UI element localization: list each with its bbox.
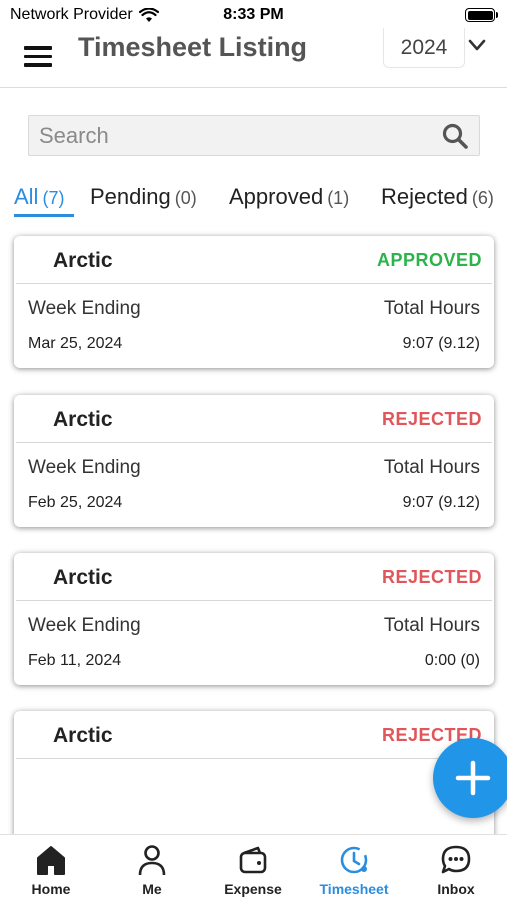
status-badge: APPROVED <box>376 250 482 270</box>
project-name: Arctic <box>53 566 113 589</box>
week-ending-date: Mar 25, 2024 <box>28 335 123 352</box>
tab-label: Rejected <box>381 184 468 209</box>
card-header: Arctic REJECTED <box>16 395 492 443</box>
menu-line <box>24 54 52 58</box>
tab-label: Pending <box>90 184 171 209</box>
week-ending-date: Feb 25, 2024 <box>28 494 123 511</box>
card-header: Arctic REJECTED <box>16 711 492 759</box>
chevron-down-icon[interactable] <box>468 38 486 52</box>
tab-all[interactable]: All (7) <box>14 184 64 210</box>
tab-count: (6) <box>471 188 494 208</box>
nav-label: Inbox <box>437 881 475 897</box>
search-input[interactable] <box>39 122 441 149</box>
total-hours-value: 9:07 (9.12) <box>402 335 480 352</box>
week-ending-label: Week Ending <box>28 457 141 478</box>
tab-label: All <box>14 184 39 209</box>
menu-line <box>24 46 52 50</box>
wallet-icon <box>239 846 267 874</box>
status-left: Network Provider <box>10 6 159 24</box>
hamburger-menu-icon[interactable] <box>24 46 52 68</box>
week-ending-label: Week Ending <box>28 615 141 636</box>
battery-icon <box>465 8 498 22</box>
bottom-nav: Home Me Expense Timesheet Inbox <box>0 834 507 900</box>
search-icon[interactable] <box>441 122 469 150</box>
add-timesheet-button[interactable] <box>433 738 507 818</box>
page-title: Timesheet Listing <box>78 32 308 62</box>
total-hours-value: 0:00 (0) <box>424 652 480 669</box>
tab-approved[interactable]: Approved (1) <box>229 184 349 210</box>
nav-me[interactable]: Me <box>107 843 197 897</box>
clock-icon <box>340 846 368 874</box>
timesheet-card[interactable]: Arctic REJECTED <box>14 711 494 834</box>
week-ending-label: Week Ending <box>28 298 141 319</box>
project-name: Arctic <box>53 249 113 272</box>
person-icon <box>138 845 166 876</box>
timesheet-card[interactable]: Arctic APPROVED Week Ending Total Hours … <box>14 236 494 368</box>
tab-label: Approved <box>229 184 324 209</box>
active-tab-indicator <box>14 214 74 217</box>
nav-timesheet[interactable]: Timesheet <box>309 843 399 897</box>
project-name: Arctic <box>53 408 113 431</box>
nav-label: Me <box>142 881 162 897</box>
nav-label: Timesheet <box>319 881 389 897</box>
total-hours-label: Total Hours <box>383 615 480 636</box>
nav-inbox[interactable]: Inbox <box>411 843 501 897</box>
menu-line <box>24 63 52 67</box>
timesheet-card[interactable]: Arctic REJECTED Week Ending Total Hours … <box>14 553 494 685</box>
tab-count: (7) <box>42 188 65 208</box>
battery-level <box>467 10 493 20</box>
timesheet-list: Arctic APPROVED Week Ending Total Hours … <box>0 222 507 834</box>
card-labels: Week Ending Total Hours <box>28 298 480 320</box>
nav-home[interactable]: Home <box>6 843 96 897</box>
total-hours-value: 9:07 (9.12) <box>402 494 480 511</box>
nav-label: Home <box>31 881 71 897</box>
project-name: Arctic <box>53 724 113 747</box>
card-values: Feb 25, 2024 9:07 (9.12) <box>28 494 480 512</box>
year-select[interactable]: 2024 <box>383 28 465 68</box>
nav-label: Expense <box>224 881 282 897</box>
status-bar: Network Provider 8:33 PM <box>0 0 507 30</box>
header: Timesheet Listing 2024 <box>0 28 507 88</box>
wifi-icon <box>138 7 159 22</box>
card-labels: Week Ending Total Hours <box>28 615 480 637</box>
home-icon <box>37 846 65 875</box>
card-header: Arctic REJECTED <box>16 553 492 601</box>
timesheet-card[interactable]: Arctic REJECTED Week Ending Total Hours … <box>14 395 494 527</box>
nav-expense[interactable]: Expense <box>208 843 298 897</box>
tab-rejected[interactable]: Rejected (6) <box>381 184 494 210</box>
chat-icon <box>441 845 471 874</box>
status-badge: REJECTED <box>381 567 482 587</box>
carrier-name: Network Provider <box>10 6 133 23</box>
plus-icon <box>455 760 491 796</box>
total-hours-label: Total Hours <box>383 298 480 319</box>
card-header: Arctic APPROVED <box>16 236 492 284</box>
card-values: Mar 25, 2024 9:07 (9.12) <box>28 335 480 353</box>
status-badge: REJECTED <box>381 409 482 429</box>
tab-pending[interactable]: Pending (0) <box>90 184 197 210</box>
search-box <box>28 115 480 156</box>
card-labels: Week Ending Total Hours <box>28 457 480 479</box>
week-ending-date: Feb 11, 2024 <box>28 652 122 669</box>
total-hours-label: Total Hours <box>383 457 480 478</box>
status-tabs: All (7) Pending (0) Approved (1) Rejected (6… <box>0 176 507 222</box>
card-values: Feb 11, 2024 0:00 (0) <box>28 652 480 670</box>
tab-count: (0) <box>174 188 197 208</box>
tab-count: (1) <box>327 188 350 208</box>
